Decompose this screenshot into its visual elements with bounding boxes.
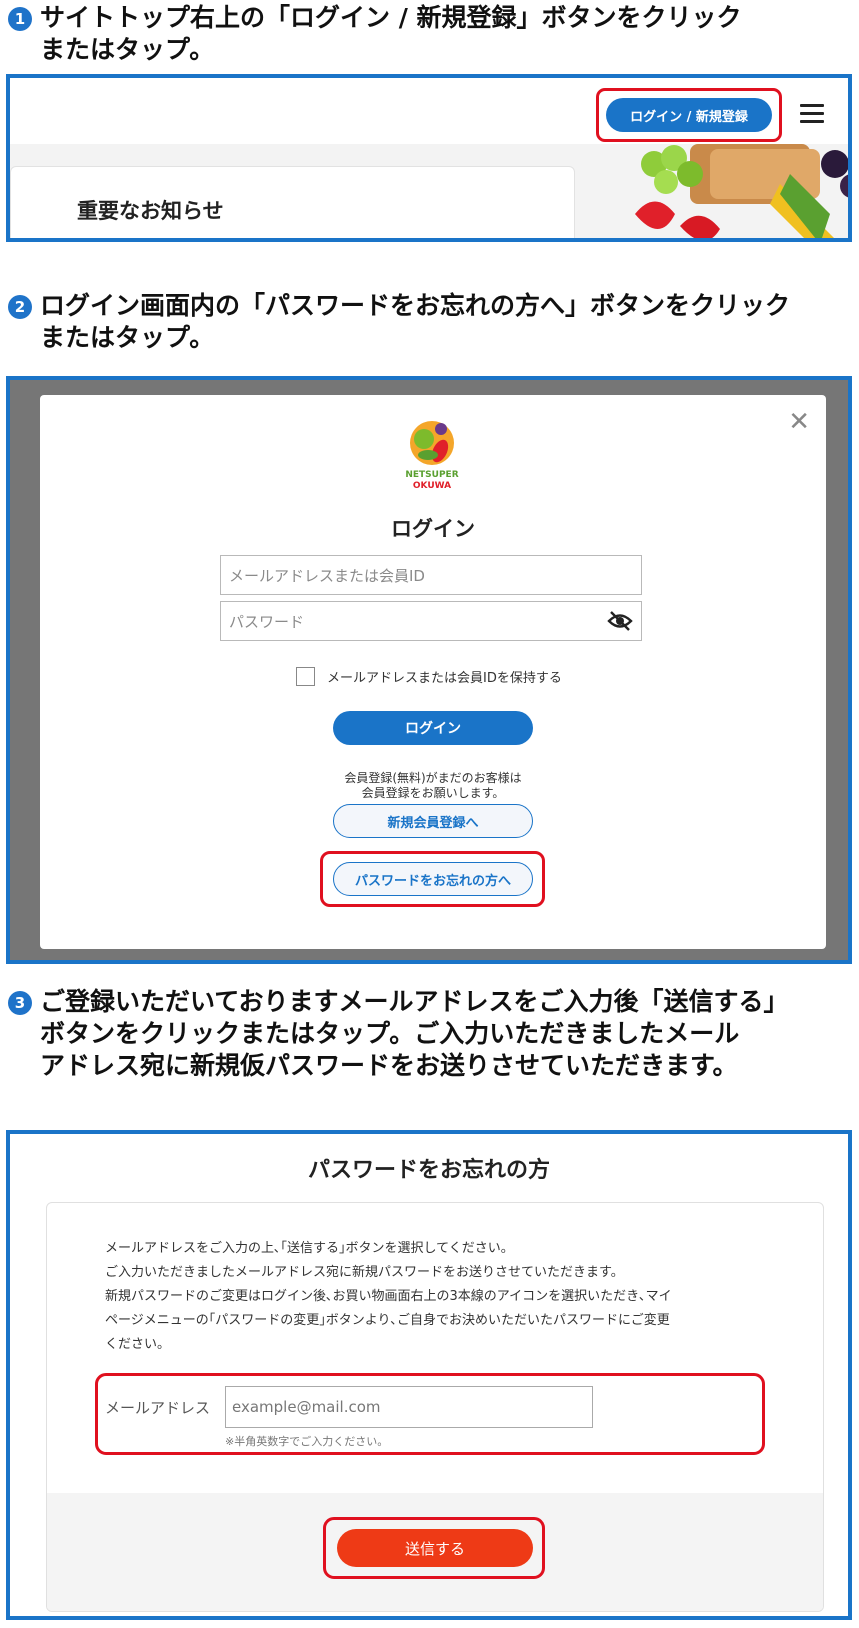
- produce-banner-image: [635, 144, 848, 238]
- login-modal-screenshot: ✕ NETSUPER OKUWA ログイン メールアドレスまたは会員ID パスワ…: [6, 376, 852, 964]
- step-instruction: ご登録いただいておりますメールアドレスをご入力後「送信する」 ボタンをクリックま…: [40, 986, 789, 1082]
- step-number-badge: 2: [8, 295, 32, 319]
- password-input[interactable]: パスワード: [220, 601, 642, 641]
- remember-me-row: メールアドレスまたは会員IDを保持する: [296, 667, 562, 686]
- forgot-password-screenshot: パスワードをお忘れの方 メールアドレスをご入力の上､｢送信する｣ボタンを選択して…: [6, 1130, 852, 1620]
- step-1-heading: 1 サイトトップ右上の「ログイン / 新規登録」ボタンをクリック またはタップ。: [8, 2, 742, 66]
- register-note-line: 会員登録(無料)がまだのお客様は: [344, 771, 522, 785]
- step-line: ログイン画面内の「パスワードをお忘れの方へ」ボタンをクリック: [40, 291, 791, 320]
- forgot-password-title: パスワードをお忘れの方: [307, 1158, 550, 1183]
- hamburger-menu-icon[interactable]: [800, 104, 824, 124]
- step-line: アドレス宛に新規仮パスワードをお送りさせていただきます。: [40, 1051, 738, 1080]
- highlight-box: [320, 851, 545, 907]
- step-number-badge: 1: [8, 7, 32, 31]
- site-top-screenshot: 重要なお知らせ ログイン / 新規登録: [6, 74, 852, 242]
- notice-title: 重要なお知らせ: [77, 199, 224, 223]
- instructions: メールアドレスをご入力の上､｢送信する｣ボタンを選択してください。 ご入力いただ…: [105, 1237, 765, 1357]
- remember-checkbox[interactable]: [296, 667, 315, 686]
- instruction-line: ページメニューの｢パスワードの変更｣ボタンより､ご自身でお決めいただいたパスワー…: [105, 1313, 670, 1328]
- step-line: またはタップ。: [40, 323, 215, 352]
- step-number-badge: 3: [8, 991, 32, 1015]
- forgot-password-card: メールアドレスをご入力の上､｢送信する｣ボタンを選択してください。 ご入力いただ…: [46, 1202, 824, 1612]
- step-line: サイトトップ右上の「ログイン / 新規登録」ボタンをクリック: [40, 3, 742, 32]
- register-note-line: 会員登録をお願いします。: [361, 786, 505, 800]
- login-title: ログイン: [391, 517, 475, 541]
- login-button[interactable]: ログイン: [333, 711, 533, 745]
- remember-label: メールアドレスまたは会員IDを保持する: [327, 671, 562, 686]
- new-member-register-button[interactable]: 新規会員登録へ: [333, 804, 533, 838]
- password-placeholder: パスワード: [229, 613, 305, 631]
- step-line: またはタップ。: [40, 35, 215, 64]
- logo-text-okuwa: OKUWA: [413, 481, 451, 491]
- logo-text-netsuper: NETSUPER: [405, 470, 458, 480]
- step-line: ご登録いただいておりますメールアドレスをご入力後「送信する」: [40, 987, 789, 1016]
- step-instruction: ログイン画面内の「パスワードをお忘れの方へ」ボタンをクリック またはタップ。: [40, 290, 790, 354]
- highlight-box: [95, 1373, 765, 1455]
- instruction-line: ご入力いただきましたメールアドレス宛に新規パスワードをお送りさせていただきます。: [105, 1265, 624, 1280]
- highlight-box: [596, 88, 782, 142]
- instruction-line: メールアドレスをご入力の上､｢送信する｣ボタンを選択してください。: [105, 1241, 514, 1256]
- eye-slash-icon[interactable]: [607, 610, 633, 632]
- register-note: 会員登録(無料)がまだのお客様は 会員登録をお願いします。: [40, 771, 826, 801]
- notice-card[interactable]: 重要なお知らせ: [10, 166, 575, 238]
- instruction-line: 新規パスワードのご変更はログイン後､お買い物画面右上の3本線のアイコンを選択いた…: [105, 1289, 672, 1304]
- step-2-heading: 2 ログイン画面内の「パスワードをお忘れの方へ」ボタンをクリック またはタップ。: [8, 290, 790, 354]
- step-line: ボタンをクリックまたはタップ。ご入力いただきましたメール: [40, 1019, 740, 1048]
- netsuper-okuwa-logo: NETSUPER OKUWA: [405, 421, 459, 491]
- highlight-box: [323, 1517, 545, 1579]
- login-modal: ✕ NETSUPER OKUWA ログイン メールアドレスまたは会員ID パスワ…: [40, 395, 826, 949]
- step-3-heading: 3 ご登録いただいておりますメールアドレスをご入力後「送信する」 ボタンをクリッ…: [8, 986, 789, 1082]
- close-icon[interactable]: ✕: [788, 407, 810, 437]
- email-or-id-input[interactable]: メールアドレスまたは会員ID: [220, 555, 642, 595]
- step-instruction: サイトトップ右上の「ログイン / 新規登録」ボタンをクリック またはタップ。: [40, 2, 742, 66]
- instruction-line: ください。: [105, 1337, 171, 1352]
